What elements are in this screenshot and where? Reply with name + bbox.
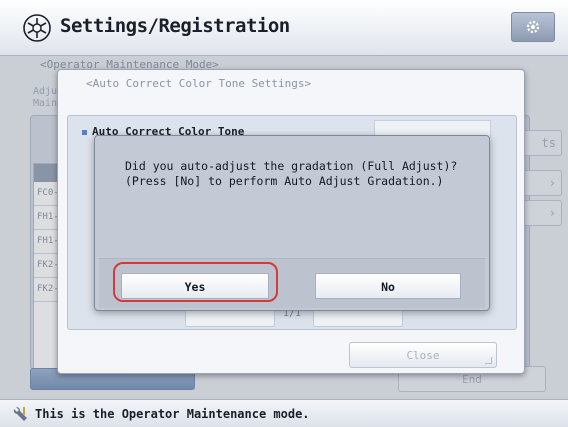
close-button[interactable]: Close	[349, 342, 497, 368]
page-title: Settings/Registration	[60, 15, 290, 37]
title-bar: Settings/Registration	[0, 0, 568, 56]
yes-highlight-ring	[113, 262, 278, 302]
confirm-message: Did you auto-adjust the gradation (Full …	[125, 159, 458, 188]
no-button[interactable]: No	[315, 273, 461, 299]
gear-icon	[526, 20, 540, 34]
settings-button[interactable]	[511, 12, 555, 42]
wrench-icon	[13, 407, 27, 421]
status-bar: This is the Operator Maintenance mode.	[0, 399, 568, 427]
status-message: This is the Operator Maintenance mode.	[35, 407, 310, 421]
settings-registration-icon	[23, 14, 51, 42]
dialog-title: <Auto Correct Color Tone Settings>	[86, 77, 312, 90]
